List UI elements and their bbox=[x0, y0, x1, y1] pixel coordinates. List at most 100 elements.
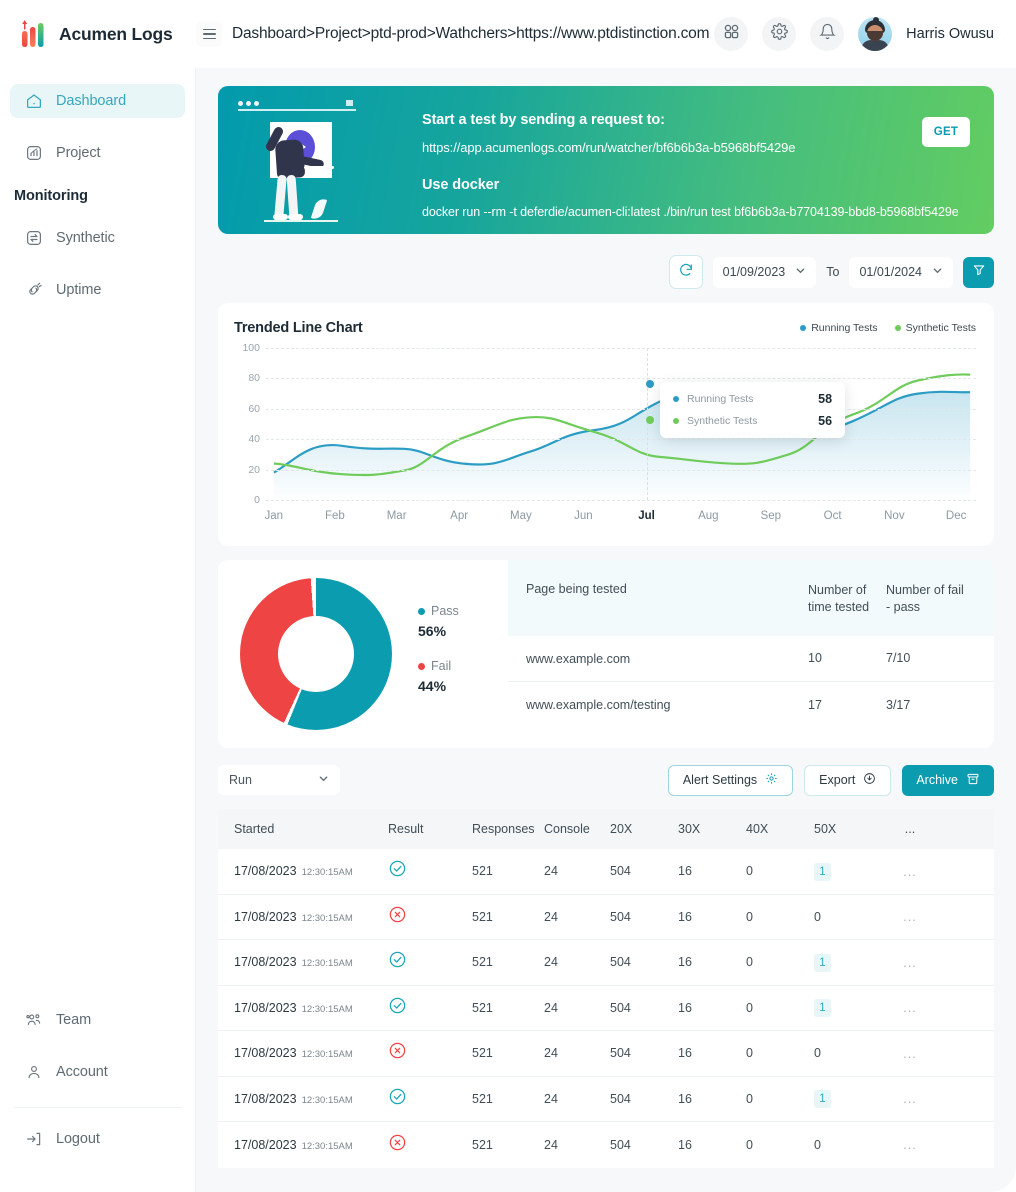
col-40x: 40X bbox=[746, 822, 769, 836]
cell-50x: 1 bbox=[814, 953, 882, 972]
row-more-button[interactable]: ... bbox=[882, 955, 938, 970]
table-row[interactable]: 17/08/2023 12:30:15AM 521 24 504 16 0 0 .… bbox=[218, 1031, 994, 1077]
cell-30x: 16 bbox=[678, 1091, 692, 1106]
table-row[interactable]: 17/08/2023 12:30:15AM 521 24 504 16 0 0 .… bbox=[218, 894, 994, 940]
sidebar-item-project[interactable]: Project bbox=[10, 136, 185, 170]
x-tick: Sep bbox=[760, 510, 782, 522]
cell-started: 17/08/2023 12:30:15AM bbox=[218, 999, 388, 1017]
sidebar-item-account[interactable]: Account bbox=[10, 1055, 186, 1089]
settings-button[interactable] bbox=[762, 17, 797, 51]
logout-icon bbox=[24, 1130, 43, 1149]
table-row[interactable]: 17/08/2023 12:30:15AM 521 24 504 16 0 1 .… bbox=[218, 849, 994, 895]
row-more-button[interactable]: ... bbox=[882, 909, 938, 924]
refresh-icon bbox=[678, 262, 694, 283]
menu-toggle-button[interactable] bbox=[196, 21, 222, 47]
trended-line-chart-card: Trended Line Chart Running Tests Synthet… bbox=[218, 303, 994, 546]
sidebar-item-team[interactable]: Team bbox=[10, 1003, 186, 1037]
cell-20x: 504 bbox=[610, 864, 631, 879]
run-time: 12:30:15AM bbox=[301, 1049, 353, 1061]
filter-button[interactable] bbox=[963, 256, 994, 288]
banner-run-url: https://app.acumenlogs.com/run/watcher/b… bbox=[422, 140, 796, 155]
legend-item-running-tests[interactable]: Running Tests bbox=[800, 322, 878, 334]
run-date: 17/08/2023 bbox=[234, 1000, 297, 1015]
sidebar-item-logout[interactable]: Logout bbox=[10, 1122, 186, 1156]
get-button[interactable]: GET bbox=[922, 117, 970, 147]
date-from-field[interactable]: 01/09/2023 bbox=[712, 256, 817, 288]
sidebar-item-label: Logout bbox=[56, 1131, 100, 1147]
cell-result bbox=[388, 1041, 472, 1065]
fail-label: Fail bbox=[431, 659, 452, 673]
run-time: 12:30:15AM bbox=[301, 1140, 353, 1152]
cell-40x: 0 bbox=[746, 1046, 753, 1061]
legend-item-synthetic-tests[interactable]: Synthetic Tests bbox=[894, 322, 976, 334]
cell-tested: 17 bbox=[808, 697, 822, 712]
run-date: 17/08/2023 bbox=[234, 909, 297, 924]
brand-logo[interactable]: Acumen Logs bbox=[0, 18, 196, 50]
alert-settings-button[interactable]: Alert Settings bbox=[667, 764, 794, 796]
date-to-label: To bbox=[826, 265, 840, 279]
apps-grid-button[interactable] bbox=[714, 17, 749, 51]
legend-dot bbox=[894, 325, 901, 331]
chart-square-icon bbox=[24, 144, 43, 163]
y-tick: 20 bbox=[248, 463, 260, 476]
tooltip-dot bbox=[673, 396, 680, 402]
user-name: Harris Owusu bbox=[906, 26, 994, 42]
result-pass-icon bbox=[388, 1088, 407, 1110]
cell-result bbox=[388, 1087, 472, 1111]
cell-console: 24 bbox=[544, 955, 558, 970]
top-bar: Acumen Logs Dashboard>Project>ptd-prod>W… bbox=[0, 0, 1016, 68]
cell-20x: 504 bbox=[610, 955, 631, 970]
archive-button[interactable]: Archive bbox=[902, 764, 994, 796]
chart-legend: Running Tests Synthetic Tests bbox=[800, 322, 976, 334]
runs-table: Started Result Responses Console 20X 30X… bbox=[218, 809, 994, 1168]
cell-40x: 0 bbox=[746, 955, 753, 970]
run-select[interactable]: Run bbox=[218, 765, 340, 795]
status-badge: 1 bbox=[814, 953, 831, 972]
table-row[interactable]: 17/08/2023 12:30:15AM 521 24 504 16 0 1 .… bbox=[218, 985, 994, 1031]
pass-fail-donut bbox=[240, 578, 392, 730]
cell-started: 17/08/2023 12:30:15AM bbox=[218, 862, 388, 880]
row-more-button[interactable]: ... bbox=[882, 1046, 938, 1061]
sidebar-item-synthetic[interactable]: Synthetic bbox=[10, 221, 185, 255]
tooltip-label: Synthetic Tests bbox=[687, 415, 758, 427]
table-row[interactable]: 17/08/2023 12:30:15AM 521 24 504 16 0 1 .… bbox=[218, 1076, 994, 1122]
breadcrumb[interactable]: Dashboard>Project>ptd-prod>Wathchers>htt… bbox=[232, 25, 710, 43]
fail-dot bbox=[418, 662, 425, 670]
cell-responses: 521 bbox=[472, 955, 493, 970]
refresh-button[interactable] bbox=[668, 255, 703, 289]
export-button[interactable]: Export bbox=[804, 764, 892, 796]
donut-legend: Pass 56% Fail 44% bbox=[418, 604, 459, 714]
sidebar-item-uptime[interactable]: Uptime bbox=[10, 273, 185, 307]
users-icon bbox=[24, 1011, 43, 1030]
cell-fail-pass: 3/17 bbox=[886, 697, 911, 712]
row-more-button[interactable]: ... bbox=[882, 1091, 938, 1106]
chart-tooltip: Running Tests 58 Synthetic Tests 56 bbox=[660, 382, 846, 438]
notifications-button[interactable] bbox=[810, 17, 845, 51]
pages-table-row[interactable]: www.example.com/testing 17 3/17 bbox=[508, 682, 994, 728]
row-more-button[interactable]: ... bbox=[882, 864, 938, 879]
pages-table-row[interactable]: www.example.com 10 7/10 bbox=[508, 636, 994, 682]
bell-icon bbox=[818, 23, 836, 45]
table-row[interactable]: 17/08/2023 12:30:15AM 521 24 504 16 0 1 .… bbox=[218, 940, 994, 986]
sidebar-item-label: Account bbox=[56, 1064, 108, 1080]
cell-50x: 0 bbox=[814, 1046, 821, 1061]
cell-50x: 1 bbox=[814, 998, 882, 1018]
row-more-button[interactable]: ... bbox=[882, 1000, 938, 1015]
cell-console: 24 bbox=[544, 1000, 558, 1015]
x-axis-labels: Jan Feb Mar Apr May Jun Jul Aug Sep Oct … bbox=[265, 510, 976, 528]
col-30x: 30X bbox=[678, 822, 701, 836]
y-tick: 0 bbox=[254, 494, 260, 506]
x-tick: May bbox=[510, 510, 532, 522]
runs-table-header: Started Result Responses Console 20X 30X… bbox=[218, 809, 994, 849]
table-row[interactable]: 17/08/2023 12:30:15AM 521 24 504 16 0 0 .… bbox=[218, 1122, 994, 1168]
date-to-field[interactable]: 01/01/2024 bbox=[849, 256, 953, 288]
home-icon bbox=[24, 92, 43, 111]
result-fail-icon bbox=[388, 1134, 407, 1156]
x-tick: Mar bbox=[386, 510, 407, 522]
cell-20x: 504 bbox=[610, 1137, 631, 1152]
row-more-button[interactable]: ... bbox=[882, 1137, 938, 1152]
legend-label: Running Tests bbox=[811, 322, 878, 334]
col-console: Console bbox=[544, 822, 590, 836]
sidebar-item-dashboard[interactable]: Dashboard bbox=[10, 84, 185, 118]
avatar[interactable] bbox=[858, 17, 893, 51]
